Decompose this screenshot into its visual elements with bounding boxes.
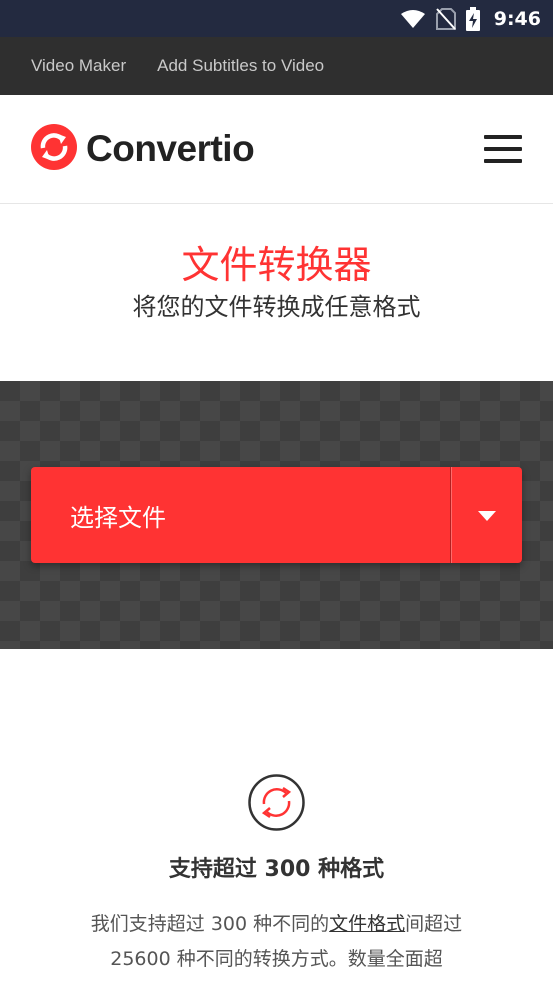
choose-file-dropdown[interactable]: [451, 467, 522, 563]
page-subtitle: 将您的文件转换成任意格式: [132, 293, 421, 321]
no-sim-icon: [435, 7, 456, 30]
features-section: 支持超过 300 种格式 我们支持超过 300 种不同的文件格式间超过 2560…: [0, 649, 553, 983]
status-time: 9:46: [493, 7, 541, 30]
status-bar: 9:46: [0, 0, 553, 37]
feature-desc-text-1: 我们支持超过 300 种不同的: [90, 913, 330, 935]
hamburger-menu-icon[interactable]: [484, 135, 522, 163]
page-title: 文件转换器: [181, 243, 372, 287]
top-links-bar: Video Maker Add Subtitles to Video: [0, 37, 553, 95]
hero-section: 文件转换器 将您的文件转换成任意格式: [0, 204, 553, 381]
choose-file-label[interactable]: 选择文件: [31, 467, 451, 563]
link-add-subtitles[interactable]: Add Subtitles to Video: [157, 56, 324, 76]
logo-text: Convertio: [86, 128, 255, 169]
file-formats-link[interactable]: 文件格式: [329, 913, 405, 935]
link-video-maker[interactable]: Video Maker: [31, 56, 126, 76]
convertio-logo-icon: [31, 124, 77, 174]
wifi-icon: [400, 9, 426, 29]
refresh-arrows-icon: [248, 774, 305, 831]
caret-down-icon: [478, 506, 496, 525]
site-header: Convertio: [0, 95, 553, 204]
feature-title: 支持超过 300 种格式: [168, 857, 385, 882]
upload-area[interactable]: 选择文件: [0, 381, 553, 649]
convertio-logo[interactable]: Convertio: [31, 124, 255, 174]
battery-charging-icon: [465, 6, 480, 31]
feature-description: 我们支持超过 300 种不同的文件格式间超过 25600 种不同的转换方式。数量…: [70, 907, 483, 977]
choose-file-button[interactable]: 选择文件: [31, 467, 522, 563]
